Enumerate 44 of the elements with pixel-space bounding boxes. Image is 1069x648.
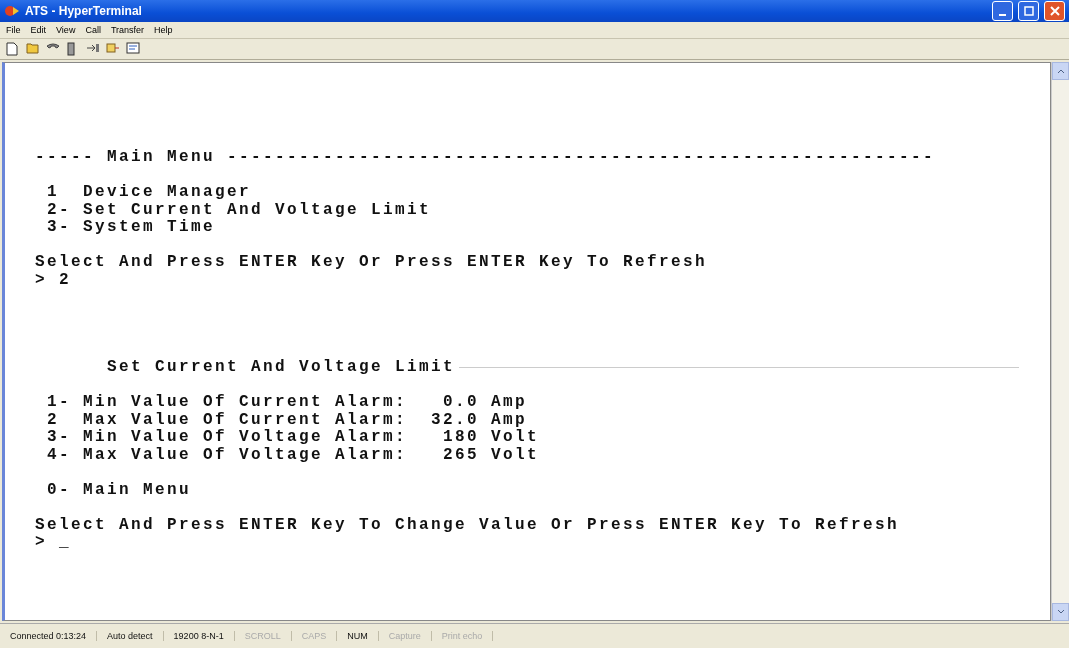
menu-item[interactable]: File: [6, 25, 21, 35]
status-item: CAPS: [291, 631, 338, 641]
status-item: NUM: [337, 631, 379, 641]
minimize-icon: [999, 14, 1006, 16]
terminal-screen[interactable]: [2, 62, 1051, 621]
terminal-line: 0- Main Menu: [46, 481, 192, 499]
maximize-button[interactable]: [1018, 1, 1039, 21]
status-item: Auto detect: [97, 631, 164, 641]
menu-item[interactable]: Edit: [30, 25, 47, 35]
maximize-icon: [1023, 6, 1034, 16]
properties-icon[interactable]: [126, 42, 140, 54]
terminal-line: 3- System Time: [46, 219, 216, 237]
terminal-line: Select And Press ENTER Key Or Press ENTER Key To Refresh: [35, 254, 708, 272]
status-item: 19200 8-N-1: [163, 631, 235, 641]
menu-item[interactable]: Help: [154, 25, 173, 35]
send-icon[interactable]: [86, 42, 100, 54]
terminal-line: 2 Max Value Of Current Alarm: 32.0 Amp: [46, 411, 528, 429]
new-document-icon[interactable]: [6, 42, 18, 56]
menu-item[interactable]: View: [56, 25, 76, 35]
window-title: ATS - HyperTerminal: [25, 4, 143, 18]
section-heading: Set Current And Voltage Limit: [106, 359, 456, 377]
scrollbar[interactable]: [1051, 62, 1069, 621]
status-item: SCROLL: [234, 631, 292, 641]
terminal-line: ----- Main Menu -----------------------------------------------------------: [35, 149, 936, 167]
terminal-line: > 2: [35, 271, 71, 289]
terminal-line: 3- Min Value Of Voltage Alarm: 180 Volt: [46, 429, 540, 447]
close-button[interactable]: [1044, 1, 1065, 21]
status-item: Print echo: [431, 631, 494, 641]
folder-icon[interactable]: [26, 42, 40, 54]
minimize-button[interactable]: [992, 1, 1013, 21]
terminal-line: 2- Set Current And Voltage Limit: [46, 201, 432, 219]
terminal-line: 1 Device Manager: [46, 184, 252, 202]
app-icon: [4, 4, 20, 18]
status-item: Connected 0:13:24: [0, 631, 98, 641]
close-icon: [1049, 6, 1060, 16]
status-item: Capture: [378, 631, 432, 641]
terminal-line: 4- Max Value Of Voltage Alarm: 265 Volt: [46, 446, 540, 464]
menu-item[interactable]: Call: [85, 25, 101, 35]
menu-item[interactable]: Transfer: [110, 25, 145, 35]
terminal-line: > _: [35, 534, 71, 552]
phone-hangup-icon[interactable]: [66, 42, 76, 56]
terminal-line: 1- Min Value Of Current Alarm: 0.0 Amp: [46, 394, 528, 412]
receive-icon[interactable]: [106, 42, 120, 54]
terminal-line: Select And Press ENTER Key To Change Value Or Press ENTER Key To Refresh: [35, 516, 900, 534]
